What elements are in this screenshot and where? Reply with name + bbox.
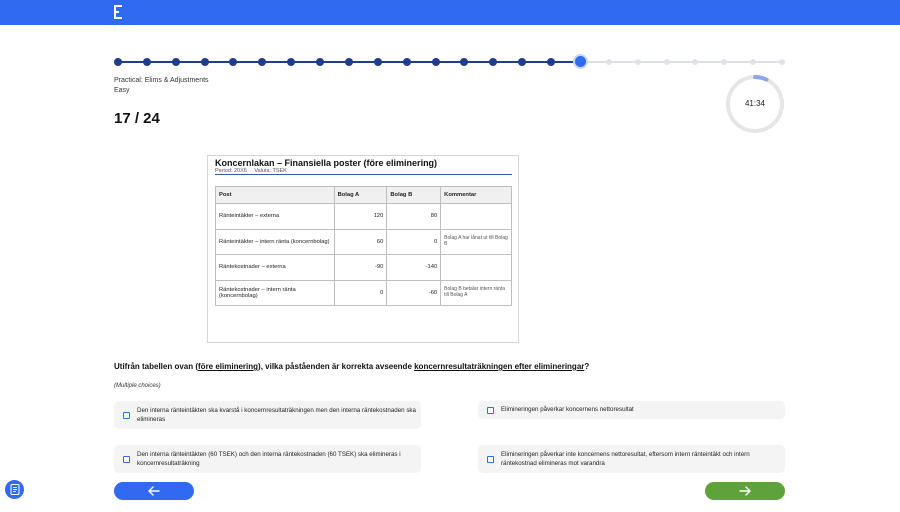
answer-option-4[interactable]: Elimineringen påverkar inte koncernens n…	[478, 445, 785, 473]
progress-step	[605, 59, 612, 65]
progress-step	[721, 59, 728, 65]
progress-step	[142, 58, 151, 66]
cell-post: Räntekostnader – intern ränta (koncernbo…	[215, 279, 335, 306]
progress-step	[489, 58, 498, 66]
logo-icon	[114, 5, 122, 19]
header-bolag-a: Bolag A	[333, 186, 388, 204]
question-text: Utifrån tabellen ovan (före eliminering)…	[114, 362, 590, 371]
cell-bolag-b: 80	[386, 203, 442, 230]
cell-bolag-b: -60	[386, 279, 442, 306]
progress-step	[316, 58, 325, 66]
option-label: Den interna ränteintäkten (60 TSEK) och …	[137, 450, 401, 468]
checkbox[interactable]	[123, 411, 130, 419]
answer-option-2[interactable]: Elimineringen påverkar koncernens nettor…	[478, 401, 785, 419]
option-label: Elimineringen påverkar inte koncernens n…	[501, 450, 750, 468]
document-title: Koncernlakan – Finansiella poster (före …	[215, 158, 438, 168]
progress-step	[200, 58, 209, 66]
title-divider	[215, 174, 512, 175]
progress-step	[692, 59, 699, 65]
multiple-choice-hint: (Multiple choices)	[114, 383, 161, 389]
cell-bolag-a: 60	[333, 228, 388, 255]
progress-step	[460, 58, 469, 66]
progress-step	[750, 59, 757, 65]
table-row: Räntekostnader – externa -90 -140	[215, 254, 512, 281]
table-row: Ränteintäkter – intern ränta (koncernbol…	[215, 228, 512, 255]
cell-bolag-a: 0	[333, 279, 388, 306]
difficulty-label: Easy	[114, 87, 130, 94]
timer-value: 41:34	[744, 99, 766, 108]
checkbox[interactable]	[123, 455, 130, 463]
cell-bolag-b: 0	[386, 228, 442, 255]
cell-kommentar: Bolag B betalar intern ränta till Bolag …	[440, 279, 512, 306]
progress-step	[431, 58, 440, 66]
progress-step	[114, 58, 122, 66]
progress-step	[373, 58, 382, 66]
cell-bolag-a: 120	[333, 203, 388, 230]
next-button[interactable]	[705, 482, 785, 500]
progress-step	[258, 58, 267, 66]
question-emphasis-2: koncernresultaträkningen efter elimineri…	[414, 362, 585, 371]
table-row: Ränteintäkter – externa 120 80	[215, 203, 512, 230]
progress-step	[663, 59, 670, 65]
category-label: Practical: Elims & Adjustments	[114, 77, 209, 84]
question-progress-bar	[114, 56, 785, 67]
checkbox[interactable]	[487, 406, 494, 414]
progress-step	[547, 58, 556, 66]
top-bar	[0, 0, 900, 25]
cell-kommentar	[440, 203, 512, 230]
question-counter: 17 / 24	[114, 110, 160, 127]
answer-option-1[interactable]: Den interna ränteintäkten ska kvarstå i …	[114, 401, 421, 429]
countdown-timer: 41:34	[725, 74, 785, 134]
option-label: Elimineringen påverkar koncernens nettor…	[501, 406, 634, 414]
header-post: Post	[215, 186, 335, 204]
progress-step	[779, 59, 785, 65]
question-meta: Practical: Elims & Adjustments Easy	[114, 76, 209, 96]
answer-option-3[interactable]: Den interna ränteintäkten (60 TSEK) och …	[114, 445, 421, 473]
cell-post: Räntekostnader – externa	[215, 254, 335, 281]
progress-step	[229, 58, 238, 66]
table-document: Koncernlakan – Finansiella poster (före …	[207, 155, 519, 343]
arrow-right-icon	[739, 486, 751, 496]
progress-step	[171, 58, 180, 66]
progress-step	[634, 59, 641, 65]
table-header-row: Post Bolag A Bolag B Kommentar	[215, 186, 512, 204]
header-kommentar: Kommentar	[440, 186, 512, 204]
cell-kommentar	[440, 254, 512, 281]
progress-step	[344, 58, 353, 66]
cell-kommentar: Bolag A har lånat ut till Bolag B	[440, 228, 512, 255]
notes-icon	[10, 484, 19, 495]
progress-step	[287, 58, 296, 66]
question-emphasis-1: före eliminering	[198, 362, 259, 371]
progress-step	[518, 58, 527, 66]
cell-post: Ränteintäkter – externa	[215, 203, 335, 230]
cell-bolag-a: -90	[333, 254, 388, 281]
finance-table: Post Bolag A Bolag B Kommentar Ränteintä…	[215, 186, 512, 306]
arrow-left-icon	[148, 486, 160, 496]
header-bolag-b: Bolag B	[386, 186, 442, 204]
cell-post: Ränteintäkter – intern ränta (koncernbol…	[215, 228, 335, 255]
progress-step-current	[574, 56, 586, 67]
notes-button[interactable]	[5, 480, 24, 499]
checkbox[interactable]	[487, 455, 494, 463]
back-button[interactable]	[114, 482, 194, 500]
table-row: Räntekostnader – intern ränta (koncernbo…	[215, 279, 512, 306]
option-label: Den interna ränteintäkten ska kvarstå i …	[137, 406, 416, 424]
cell-bolag-b: -140	[386, 254, 442, 281]
progress-step	[402, 58, 411, 66]
